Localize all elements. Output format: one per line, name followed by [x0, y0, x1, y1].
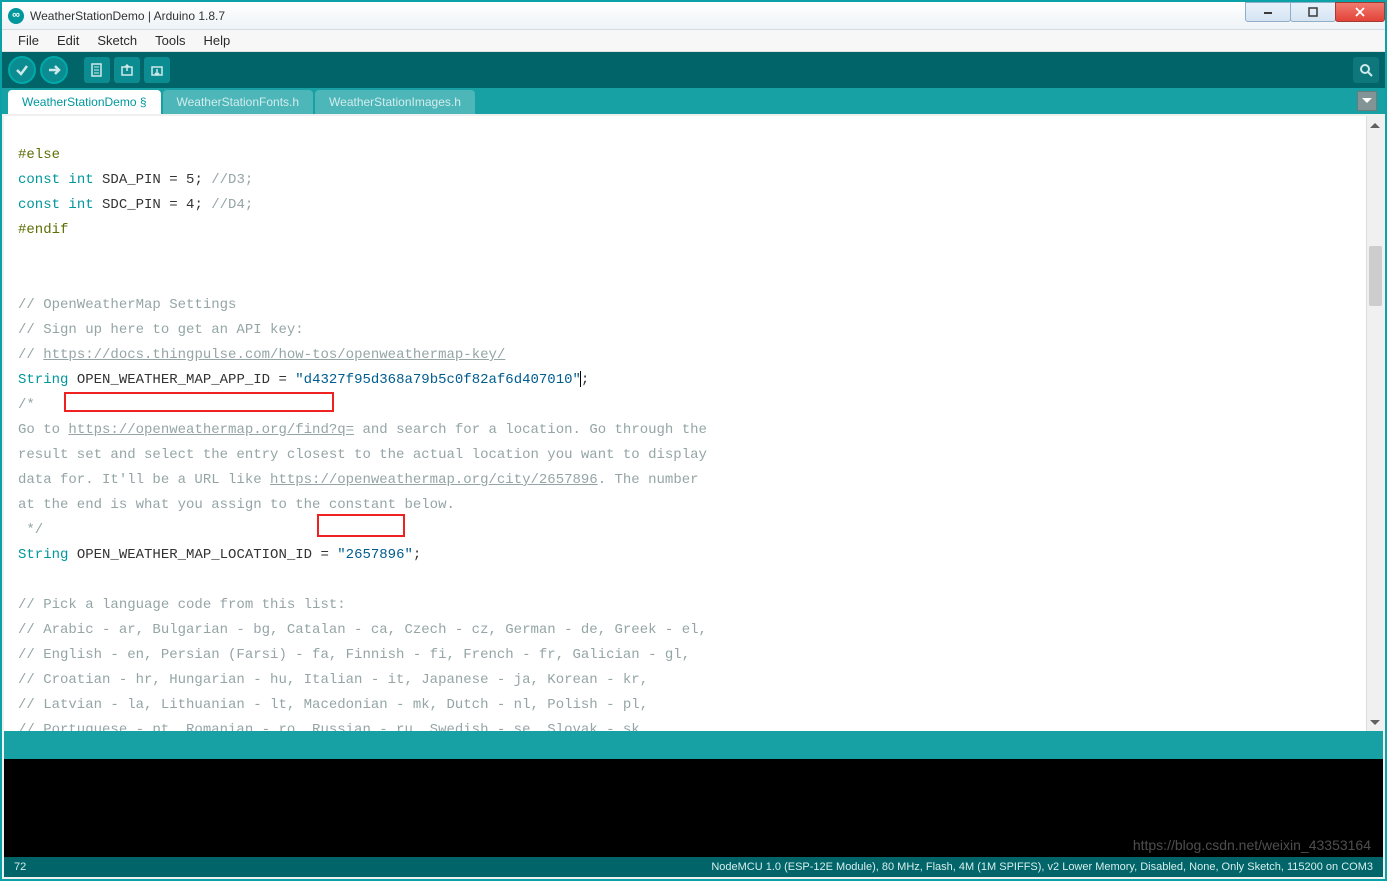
tab-weatherstationfonts[interactable]: WeatherStationFonts.h [163, 90, 314, 114]
code-text: at the end is what you assign to the con… [18, 497, 455, 513]
message-bar [4, 731, 1383, 759]
annotation-highlight-box [64, 392, 334, 412]
code-text: */ [18, 522, 43, 538]
code-editor[interactable]: #else const int SDA_PIN = 5; //D3; const… [4, 116, 1383, 731]
code-text: //D4; [211, 197, 253, 213]
code-text: ; [581, 372, 589, 388]
tab-weatherstationimages[interactable]: WeatherStationImages.h [315, 90, 475, 114]
code-text: . The number [598, 472, 699, 488]
code-link[interactable]: https://openweathermap.org/city/2657896 [270, 472, 598, 488]
tab-strip: WeatherStationDemo § WeatherStationFonts… [2, 88, 1385, 114]
new-button[interactable] [84, 57, 110, 83]
code-text: // Portuguese - pt, Romanian - ro, Russi… [18, 722, 648, 731]
code-text: // Pick a language code from this list: [18, 597, 346, 613]
arduino-logo-icon [8, 8, 24, 24]
code-text: // Croatian - hr, Hungarian - hu, Italia… [18, 672, 648, 688]
menu-bar: File Edit Sketch Tools Help [2, 30, 1385, 52]
tab-weatherstationdemo[interactable]: WeatherStationDemo § [8, 90, 161, 114]
code-text: data for. It'll be a URL like [18, 472, 270, 488]
code-text: #else [18, 147, 60, 163]
window-titlebar: WeatherStationDemo | Arduino 1.8.7 [2, 2, 1385, 30]
toolbar [2, 52, 1385, 88]
menu-help[interactable]: Help [195, 31, 238, 50]
maximize-button[interactable] [1290, 2, 1336, 22]
code-text: // Arabic - ar, Bulgarian - bg, Catalan … [18, 622, 707, 638]
code-text: result set and select the entry closest … [18, 447, 707, 463]
code-text: "d4327f95d368a79b5c0f82af6d407010" [295, 372, 581, 388]
code-text: // [18, 347, 43, 363]
status-board-info: NodeMCU 1.0 (ESP-12E Module), 80 MHz, Fl… [711, 861, 1373, 873]
scroll-up-button[interactable] [1367, 116, 1383, 133]
close-button[interactable] [1335, 2, 1385, 22]
tab-menu-dropdown[interactable] [1357, 91, 1377, 111]
code-text: ; [413, 547, 421, 563]
verify-button[interactable] [8, 56, 36, 84]
save-button[interactable] [144, 57, 170, 83]
menu-file[interactable]: File [10, 31, 47, 50]
serial-monitor-button[interactable] [1353, 57, 1379, 83]
code-text: const [18, 172, 60, 188]
code-text: "2657896" [337, 547, 413, 563]
code-text: OPEN_WEATHER_MAP_LOCATION_ID = [68, 547, 337, 563]
code-text: String [18, 372, 68, 388]
vertical-scrollbar[interactable] [1366, 116, 1383, 731]
scroll-thumb[interactable] [1369, 246, 1382, 306]
menu-edit[interactable]: Edit [49, 31, 87, 50]
code-text: int [60, 172, 94, 188]
open-button[interactable] [114, 57, 140, 83]
scroll-down-button[interactable] [1367, 714, 1383, 731]
menu-sketch[interactable]: Sketch [89, 31, 145, 50]
status-bar: 72 NodeMCU 1.0 (ESP-12E Module), 80 MHz,… [4, 857, 1383, 877]
code-text: OPEN_WEATHER_MAP_APP_ID = [68, 372, 295, 388]
minimize-button[interactable] [1245, 2, 1291, 22]
code-text: #endif [18, 222, 68, 238]
code-text: //D3; [211, 172, 253, 188]
code-text: /* [18, 397, 35, 413]
code-text: and search for a location. Go through th… [354, 422, 707, 438]
menu-tools[interactable]: Tools [147, 31, 193, 50]
upload-button[interactable] [40, 56, 68, 84]
code-text: // Latvian - la, Lithuanian - lt, Macedo… [18, 697, 648, 713]
code-text: SDC_PIN = 4; [94, 197, 212, 213]
annotation-highlight-box [317, 514, 405, 537]
code-text: int [60, 197, 94, 213]
code-text: // Sign up here to get an API key: [18, 322, 304, 338]
code-text: // OpenWeatherMap Settings [18, 297, 236, 313]
code-text: Go to [18, 422, 68, 438]
code-text: String [18, 547, 68, 563]
console-output[interactable] [4, 759, 1383, 857]
code-link[interactable]: https://docs.thingpulse.com/how-tos/open… [43, 347, 505, 363]
code-text: // English - en, Persian (Farsi) - fa, F… [18, 647, 690, 663]
code-text: const [18, 197, 60, 213]
status-line-number: 72 [14, 861, 26, 873]
code-text: SDA_PIN = 5; [94, 172, 212, 188]
window-title: WeatherStationDemo | Arduino 1.8.7 [30, 9, 225, 23]
code-link[interactable]: https://openweathermap.org/find?q= [68, 422, 354, 438]
